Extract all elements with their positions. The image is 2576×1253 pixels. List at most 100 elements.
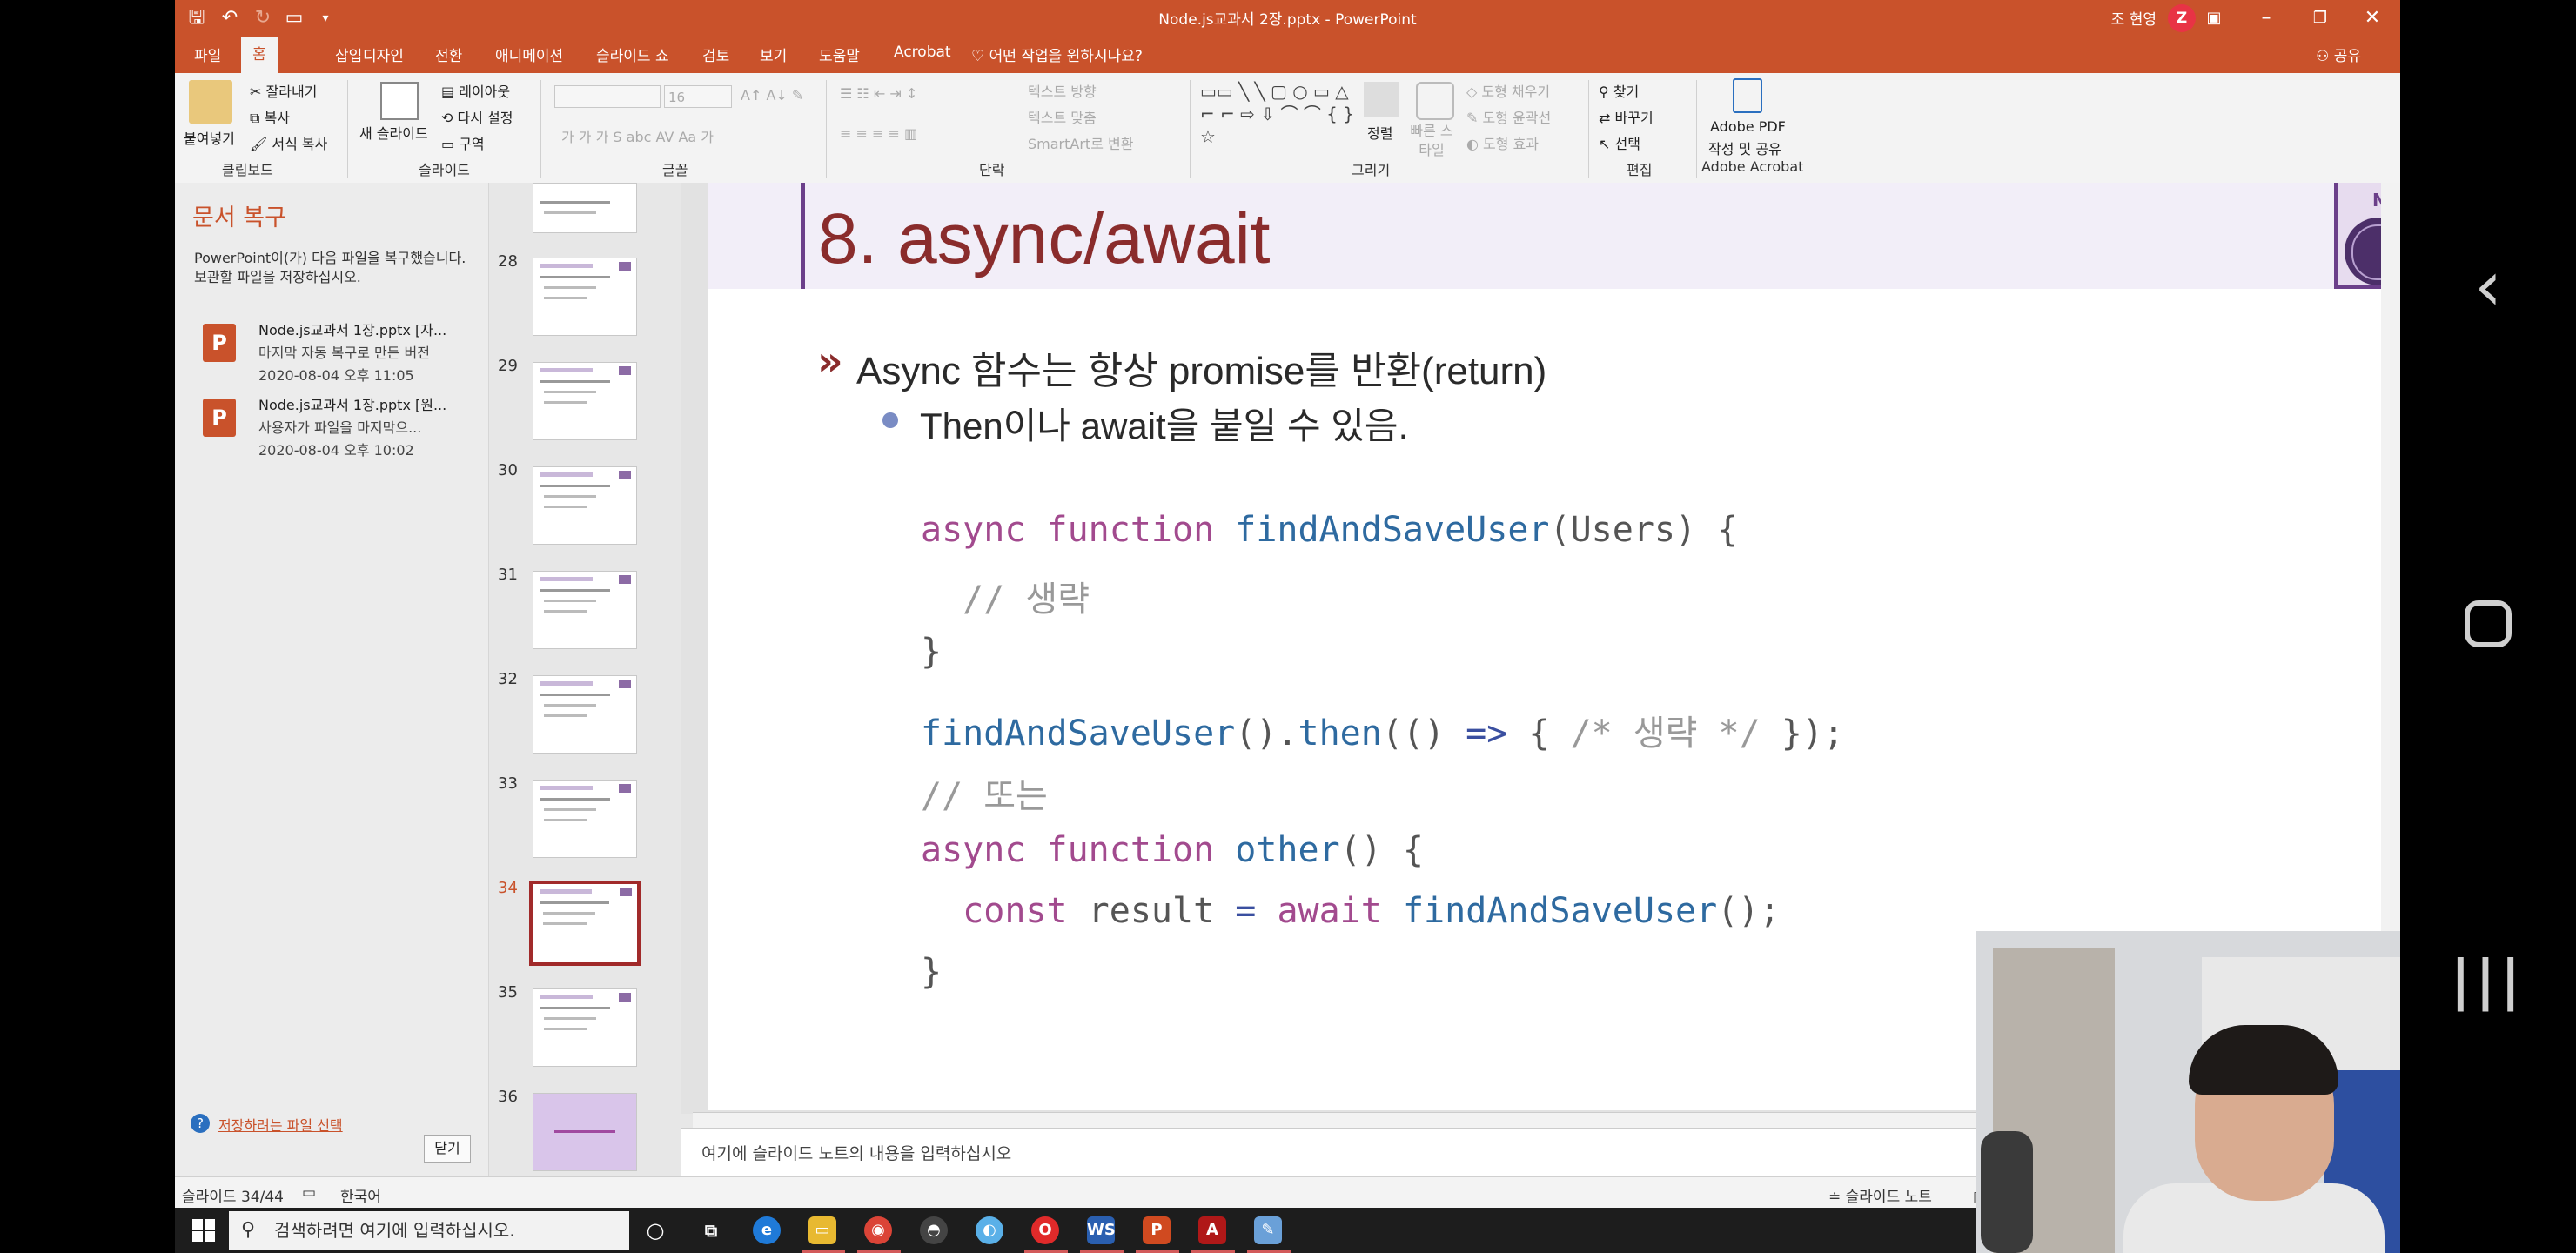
share-button[interactable]: ⚇ 공유 <box>2316 44 2361 65</box>
active-indicator <box>1024 1250 1068 1253</box>
ribbon-display-icon[interactable]: ▣ <box>2192 3 2236 33</box>
tab-slideshow[interactable]: 슬라이드 쇼 <box>596 44 669 65</box>
taskbar-search-input[interactable]: ⚲ 검색하려면 여기에 입력하십시오. <box>229 1211 629 1250</box>
font-style-icons[interactable]: 가 가 가 S abc AV Aa 가 <box>561 125 714 146</box>
notes-toggle[interactable]: ≐ 슬라이드 노트 <box>1828 1184 1932 1206</box>
cortana-icon[interactable]: ○ <box>641 1216 669 1244</box>
help-icon[interactable]: ? <box>191 1114 210 1133</box>
tab-help[interactable]: 도움말 <box>819 44 860 65</box>
shape-effects-button[interactable]: ◐ 도형 효과 <box>1466 132 1539 153</box>
editor-horizontal-scrollbar[interactable] <box>693 1112 2151 1129</box>
bullet-main[interactable]: Async 함수는 항상 promise를 반환(return) <box>856 339 1546 395</box>
back-icon[interactable]: ‹ <box>2400 245 2576 326</box>
text-direction-button[interactable]: 텍스트 방향 <box>1028 80 1097 101</box>
slide-thumbnail[interactable] <box>533 362 637 440</box>
notes-placeholder[interactable]: 여기에 슬라이드 노트의 내용을 입력하십시오 <box>701 1141 1011 1164</box>
title-bar: 🖫 ↶ ↻ ▭ ▾ Node.js교과서 2장.pptx - PowerPoin… <box>175 0 2400 37</box>
format-painter-button[interactable]: 🖌 서식 복사 <box>250 132 327 153</box>
select-label: 선택 <box>1614 136 1640 152</box>
task-view-icon[interactable]: ⧉ <box>697 1216 725 1244</box>
align-icons[interactable]: ≡ ≡ ≡ ≡ ▥ <box>840 125 917 142</box>
slide-thumbnail[interactable] <box>533 258 637 336</box>
quick-styles-button[interactable]: 빠른 스타일 <box>1405 122 1458 160</box>
create-pdf-button-line2[interactable]: 작성 및 공유 <box>1708 137 1781 158</box>
slide-title[interactable]: 8. async/await <box>818 198 1271 280</box>
pen-icon: ✎ <box>1466 110 1483 126</box>
tab-review[interactable]: 검토 <box>702 44 729 65</box>
tab-home[interactable]: 홈 <box>241 37 278 73</box>
smartart-button[interactable]: SmartArt로 변환 <box>1028 132 1133 153</box>
align-text-button[interactable]: 텍스트 맞춤 <box>1028 106 1097 127</box>
choose-file-link[interactable]: 저장하려는 파일 선택 <box>218 1114 343 1135</box>
chrome-icon[interactable]: ◉ <box>864 1216 892 1244</box>
recovery-file-2[interactable]: P Node.js교과서 1장.pptx [원... 사용자가 파일을 마지막으… <box>194 393 481 463</box>
bullet-sub[interactable]: Then이나 await을 붙일 수 있음. <box>920 397 1408 450</box>
tab-animations[interactable]: 애니메이션 <box>495 44 563 65</box>
restore-icon[interactable]: ❐ <box>2298 3 2342 33</box>
quick-styles-icon[interactable] <box>1416 82 1454 120</box>
tell-me-search[interactable]: ♡ 어떤 작업을 원하시나요? <box>971 44 1143 65</box>
tab-insert[interactable]: 삽입 <box>335 44 362 65</box>
close-recovery-button[interactable]: 닫기 <box>424 1135 471 1163</box>
recovery-file-1[interactable]: P Node.js교과서 1장.pptx [자... 마지막 자동 복구로 만든… <box>194 318 481 388</box>
opera-icon[interactable]: O <box>1031 1216 1059 1244</box>
slide-thumbnail[interactable] <box>533 466 637 545</box>
list-icons[interactable]: ☰ ☷ ⇤ ⇥ ↕ <box>840 85 917 102</box>
minimize-icon[interactable]: – <box>2244 3 2288 33</box>
shape-fill-button[interactable]: ◇ 도형 채우기 <box>1466 80 1550 101</box>
user-name[interactable]: 조 현영 <box>2111 7 2157 29</box>
paste-icon[interactable] <box>189 80 232 124</box>
acrobat-icon[interactable]: A <box>1198 1216 1226 1244</box>
create-pdf-button[interactable]: Adobe PDF <box>1710 118 1786 135</box>
powerpoint-icon[interactable]: P <box>1143 1216 1171 1244</box>
tab-view[interactable]: 보기 <box>760 44 787 65</box>
browser-icon[interactable]: ◐ <box>976 1216 1003 1244</box>
search-placeholder: 검색하려면 여기에 입력하십시오. <box>274 1220 515 1241</box>
shapes-gallery[interactable]: ▭▭ ╲ ╲ ▢ ○ ▭ △ ⌐ ⌐ ⇨ ⇩ ⌒ ⌒ { } ☆ <box>1200 80 1357 153</box>
file-explorer-icon[interactable]: ▭ <box>808 1216 836 1244</box>
new-slide-icon[interactable] <box>380 82 419 120</box>
arrange-icon[interactable] <box>1364 82 1399 117</box>
windows-start-icon[interactable] <box>192 1219 215 1242</box>
arrange-button[interactable]: 정렬 <box>1367 122 1392 143</box>
font-name-combo[interactable] <box>554 85 661 108</box>
recovery-file-name: Node.js교과서 1장.pptx [자... <box>258 322 447 338</box>
select-button[interactable]: ↖ 선택 <box>1599 132 1640 153</box>
slide-thumbnail[interactable] <box>533 571 637 649</box>
close-icon[interactable]: ✕ <box>2351 3 2394 33</box>
slide-thumbnail[interactable] <box>533 780 637 858</box>
lightbulb-icon: ♡ <box>971 48 989 65</box>
shape-outline-button[interactable]: ✎ 도형 윤곽선 <box>1466 106 1551 127</box>
shape-fill-label: 도형 채우기 <box>1481 84 1551 100</box>
font-size-combo[interactable]: 16 <box>664 85 732 108</box>
edge-icon[interactable]: e <box>753 1216 781 1244</box>
slide-thumbnail[interactable] <box>533 988 637 1067</box>
tab-transitions[interactable]: 전환 <box>435 44 462 65</box>
pdf-share-icon[interactable] <box>1733 78 1762 113</box>
tab-design[interactable]: 디자인 <box>363 44 404 65</box>
paste-button[interactable]: 붙여넣기 <box>184 127 235 148</box>
webstorm-icon[interactable]: WS <box>1087 1216 1116 1244</box>
layout-button[interactable]: ▤ 레이아웃 <box>441 80 510 101</box>
document-recovery-pane: 문서 복구 PowerPoint이(가) 다음 파일을 복구했습니다. 보관할 … <box>175 183 489 1176</box>
language-indicator[interactable]: 한국어 <box>340 1184 381 1206</box>
home-icon[interactable] <box>2400 600 2576 647</box>
github-desktop-icon[interactable]: ◓ <box>920 1216 948 1244</box>
tab-file[interactable]: 파일 <box>194 44 221 65</box>
slide-thumbnail[interactable] <box>533 183 637 233</box>
cut-button[interactable]: ✂ 잘라내기 <box>250 80 317 101</box>
paint-icon[interactable]: ✎ <box>1254 1216 1282 1244</box>
font-grow-icon[interactable]: A↑ A↓ ✎ <box>741 87 803 104</box>
slide-thumbnail-current[interactable] <box>529 881 641 966</box>
section-button[interactable]: ▭ 구역 <box>441 132 485 153</box>
find-button[interactable]: ⚲ 찾기 <box>1599 80 1639 101</box>
reset-button[interactable]: ⟲ 다시 설정 <box>441 106 513 127</box>
spellcheck-icon[interactable]: ▭ <box>302 1184 316 1202</box>
tab-acrobat[interactable]: Acrobat <box>894 44 951 61</box>
copy-button[interactable]: ⧉ 복사 <box>250 106 290 127</box>
replace-button[interactable]: ⇄ 바꾸기 <box>1599 106 1654 127</box>
slide-thumbnail[interactable] <box>533 1093 637 1171</box>
recents-icon[interactable]: ||| <box>2400 948 2576 1012</box>
new-slide-button[interactable]: 새 슬라이드 <box>359 122 428 143</box>
slide-thumbnail[interactable] <box>533 675 637 754</box>
